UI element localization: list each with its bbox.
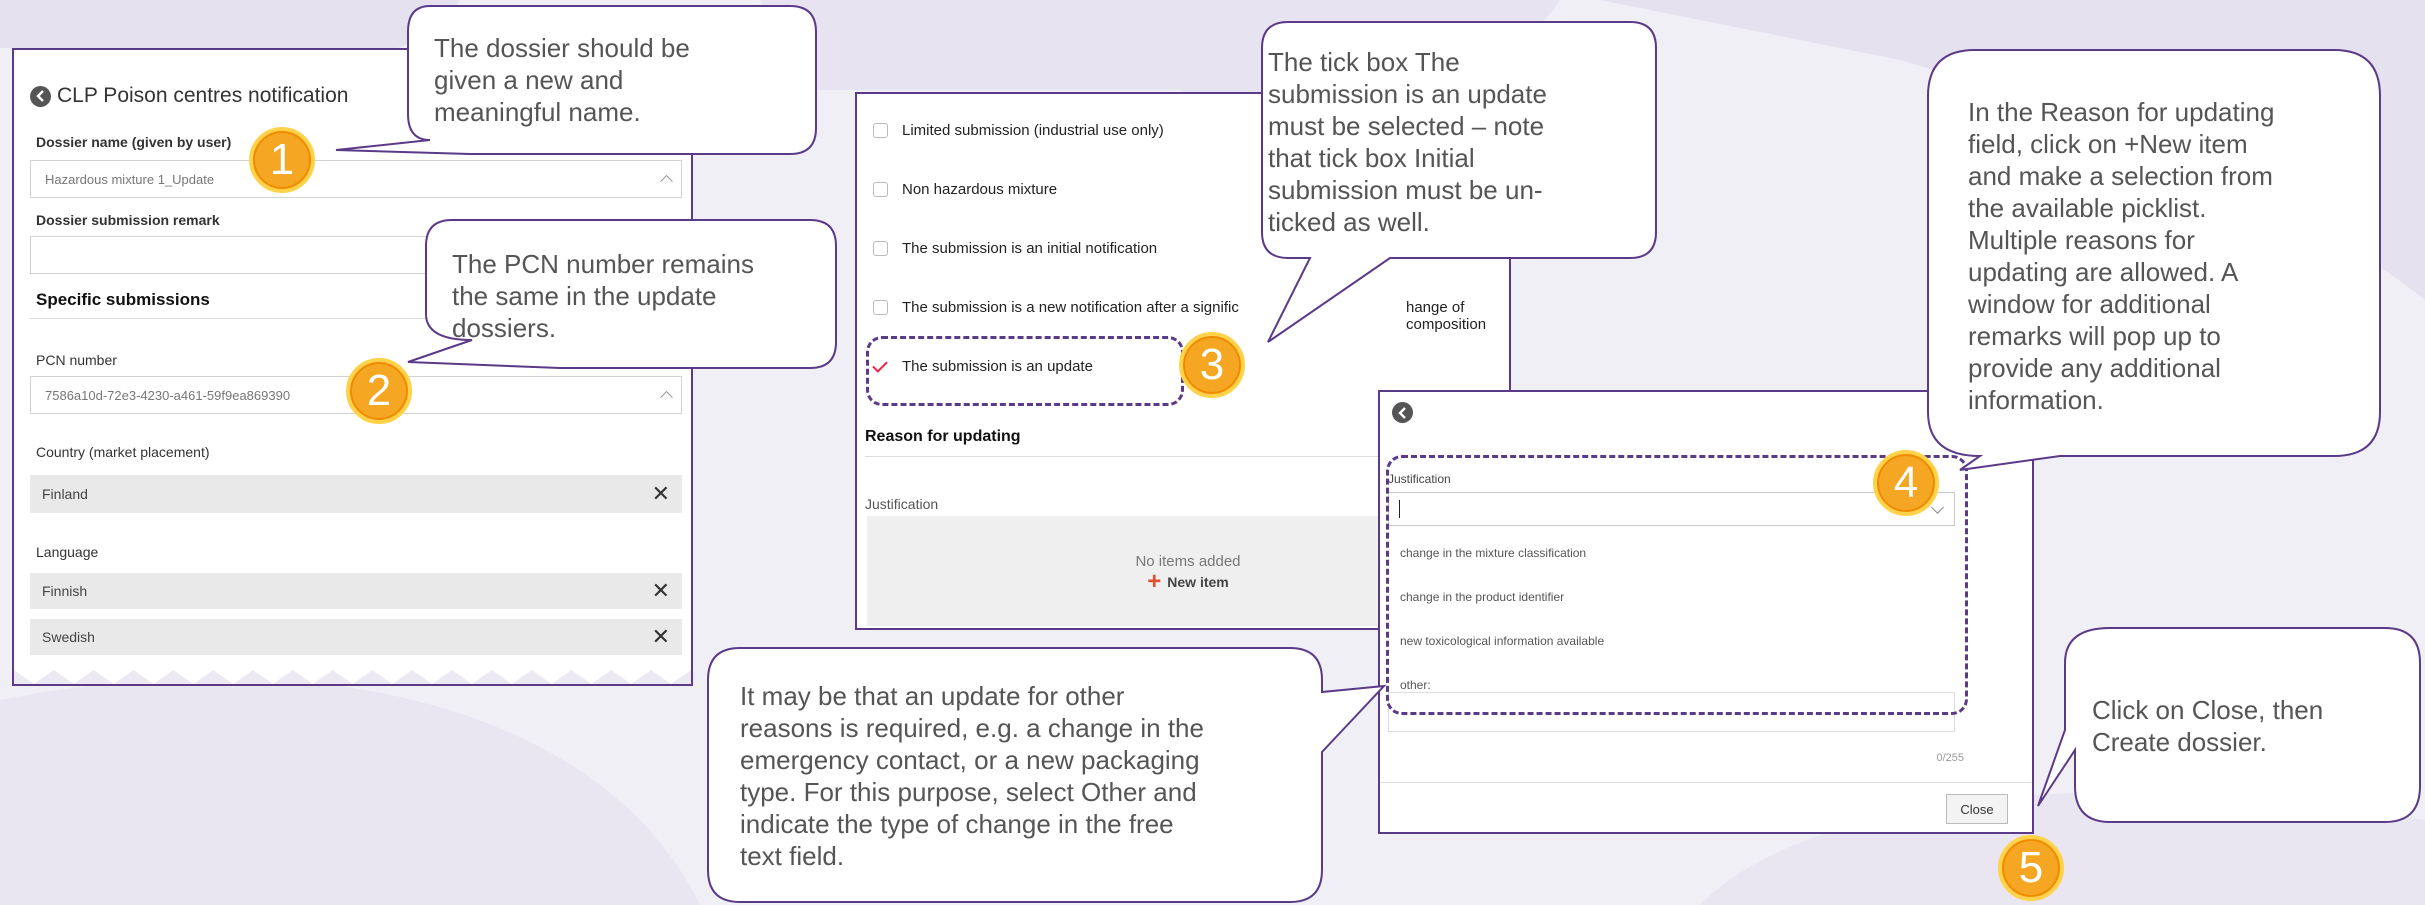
callout-2-text: The PCN number remains the same in the up… bbox=[452, 249, 754, 343]
step-badge-5: 5 bbox=[1998, 835, 2064, 901]
callout-6-text: It may be that an update for other reason… bbox=[740, 681, 1204, 871]
step-badge-4: 4 bbox=[1873, 450, 1939, 516]
callout-4-text: In the Reason for updating field, click o… bbox=[1968, 97, 2275, 415]
step-badge-3: 3 bbox=[1179, 332, 1245, 398]
callout-1-text: The dossier should be given a new and mean… bbox=[434, 33, 690, 127]
callout-5-text: Click on Close, then Create dossier. bbox=[2092, 695, 2324, 757]
step-badge-2: 2 bbox=[346, 358, 412, 424]
callout-3-text: The tick box The submission is an update m… bbox=[1268, 47, 1547, 237]
step-badge-1: 1 bbox=[249, 127, 315, 193]
